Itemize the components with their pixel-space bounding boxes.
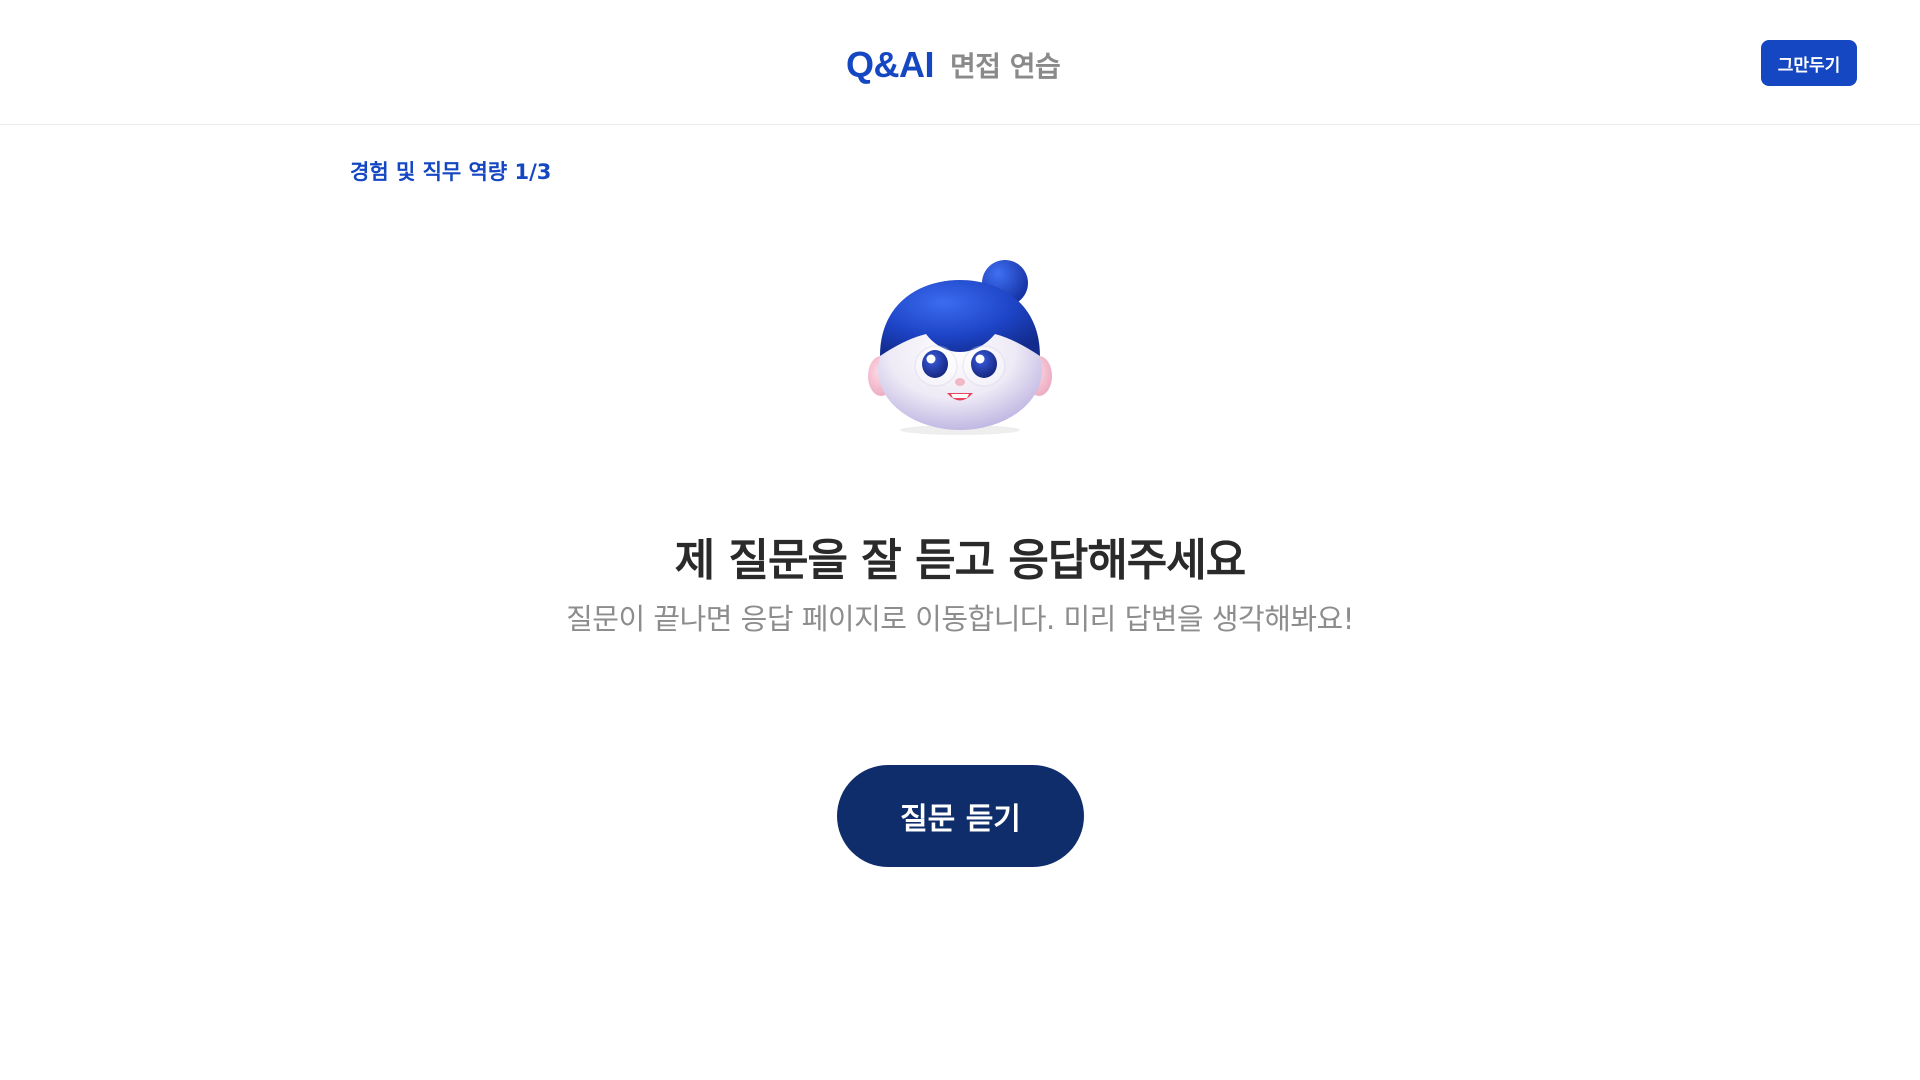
main-description: 질문이 끝나면 응답 페이지로 이동합니다. 미리 답변을 생각해봐요!: [566, 602, 1354, 636]
interviewer-avatar-icon: [860, 258, 1060, 438]
listen-question-button[interactable]: 질문 듣기: [837, 765, 1084, 867]
brand-logo: Q&AI: [846, 44, 935, 85]
app-header: Q&AI 면접 연습 그만두기: [0, 0, 1920, 125]
question-progress-label: 경험 및 직무 역량 1/3: [350, 160, 552, 184]
brand-subtitle: 면접 연습: [950, 50, 1061, 83]
main-title: 제 질문을 잘 듣고 응답해주세요: [674, 535, 1247, 586]
quit-button[interactable]: 그만두기: [1761, 40, 1857, 86]
brand: Q&AI 면접 연습: [846, 40, 1061, 90]
